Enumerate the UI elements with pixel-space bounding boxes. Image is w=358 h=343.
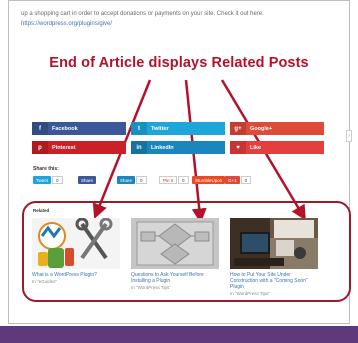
related-post-thumbnail[interactable] (230, 218, 318, 269)
pinterest-share-button[interactable]: p Pinterest (32, 141, 126, 154)
pin-it-label: Pin it (159, 176, 178, 184)
facebook-label: Facebook (52, 125, 78, 132)
heart-icon: ♥ (230, 141, 246, 154)
plugin-link[interactable]: https://wordpress.org/plugins/give/ (21, 19, 339, 29)
share-this-label: Share this: (33, 166, 59, 172)
gplus-one-label: G+1 (225, 176, 240, 184)
google-plus-share-button[interactable]: g+ Google+ (230, 122, 324, 135)
related-post-category: In "eGuides" (32, 279, 57, 284)
sidebar-toggle[interactable]: › (346, 130, 352, 142)
questions-flowchart-illustration (131, 218, 219, 269)
related-post-title[interactable]: Questions to Ask Yourself Before Install… (131, 272, 221, 284)
facebook-share-button[interactable]: f Facebook (32, 122, 126, 135)
linkedin-share-mini-button[interactable]: Share 0 (117, 176, 147, 184)
twitter-share-button[interactable]: t Twitter (131, 122, 225, 135)
related-post-thumbnail[interactable] (32, 218, 120, 269)
pin-it-mini-button[interactable]: Pin it 0 (158, 176, 189, 184)
related-post-thumbnail[interactable] (131, 218, 219, 269)
footer-bar (0, 326, 358, 343)
wordpress-tools-illustration (32, 218, 120, 269)
twitter-icon: t (131, 122, 147, 135)
twitter-label: Twitter (151, 125, 169, 132)
stumbleupon-mini-button[interactable]: StumbleUpon (192, 176, 226, 184)
related-label: Related (33, 208, 50, 213)
pin-it-count: 0 (178, 176, 189, 184)
gplus-one-mini-button[interactable]: G+1 0 (225, 176, 252, 184)
tweet-mini-button[interactable]: Tweet 0 (33, 176, 63, 184)
related-post-title[interactable]: What is a WordPress Plugin? (32, 272, 122, 278)
pinterest-icon: p (32, 141, 48, 154)
facebook-icon: f (32, 122, 48, 135)
tweet-count: 0 (52, 176, 63, 184)
annotation-headline: End of Article displays Related Posts (49, 55, 309, 71)
tweet-label: Tweet (33, 176, 52, 184)
gplus-one-count: 0 (240, 176, 252, 184)
facebook-share-mini-button[interactable]: Share (78, 176, 97, 184)
article-intro: up a shopping cart in order to accept do… (21, 9, 339, 29)
google-plus-icon: g+ (230, 122, 246, 135)
linkedin-label: LinkedIn (151, 144, 174, 151)
fb-share-label: Share (78, 176, 97, 184)
pinterest-label: Pinterest (52, 144, 76, 151)
li-share-label: Share (117, 176, 136, 184)
like-label: Like (250, 144, 262, 151)
stumbleupon-label: StumbleUpon (192, 176, 226, 184)
li-share-count: 0 (136, 176, 147, 184)
related-post-category: In "WordPress Tips" (230, 291, 270, 296)
linkedin-icon: in (131, 141, 147, 154)
related-post-category: In "WordPress Tips" (131, 285, 171, 290)
intro-text: up a shopping cart in order to accept do… (21, 11, 264, 17)
like-button[interactable]: ♥ Like (230, 141, 324, 154)
google-plus-label: Google+ (250, 125, 273, 132)
related-post-title[interactable]: How to Put Your Site Under Construction … (230, 272, 320, 290)
office-desk-photo (230, 218, 318, 269)
linkedin-share-button[interactable]: in LinkedIn (131, 141, 225, 154)
